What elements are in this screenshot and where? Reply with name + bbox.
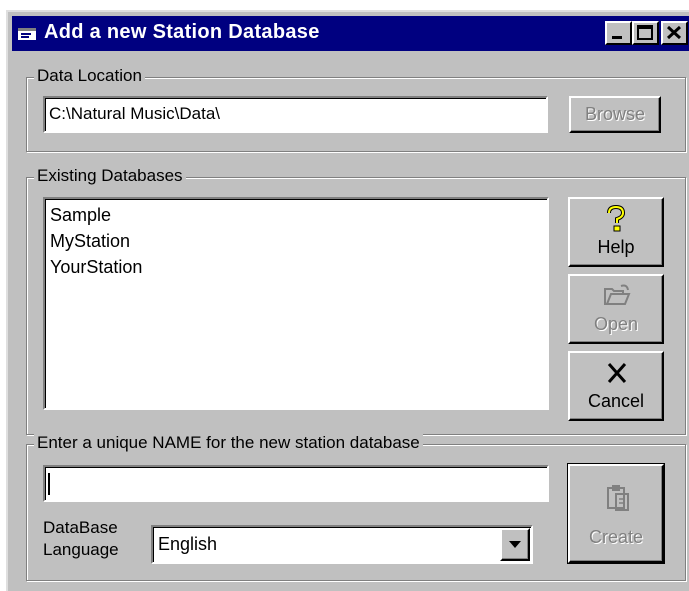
- language-value: English: [158, 534, 218, 554]
- maximize-icon: [637, 25, 653, 40]
- language-label-line2: Language: [43, 540, 119, 559]
- window-app-icon[interactable]: [17, 25, 39, 43]
- list-item[interactable]: YourStation: [50, 254, 142, 280]
- existing-databases-label: Existing Databases: [34, 166, 186, 186]
- x-cancel-icon: [607, 363, 627, 383]
- list-item[interactable]: Sample: [50, 202, 111, 228]
- open-folder-icon: [604, 284, 631, 305]
- language-label-line1: DataBase: [43, 518, 118, 537]
- cancel-button[interactable]: Cancel: [568, 351, 664, 421]
- question-key-icon: [607, 205, 626, 232]
- close-icon: [666, 25, 682, 40]
- new-database-group: Enter a unique NAME for the new station …: [26, 433, 686, 581]
- create-label: Create: [588, 527, 644, 547]
- text-caret: [48, 473, 50, 495]
- name-input[interactable]: [43, 465, 549, 502]
- create-button[interactable]: Create: [567, 463, 665, 564]
- cancel-label: Cancel: [587, 391, 645, 411]
- browse-button[interactable]: Browse: [569, 96, 661, 133]
- title-bar[interactable]: Add a new Station Database: [12, 16, 689, 51]
- language-dropdown-button[interactable]: [500, 528, 530, 561]
- minimize-icon: [612, 36, 622, 39]
- list-item[interactable]: MyStation: [50, 228, 130, 254]
- new-database-label: Enter a unique NAME for the new station …: [34, 433, 423, 453]
- chevron-down-icon: [509, 541, 521, 548]
- clipboard-create-icon: [607, 485, 629, 511]
- open-label: Open: [593, 314, 639, 334]
- databases-list[interactable]: Sample MyStation YourStation: [43, 197, 549, 410]
- data-location-group: Data Location C:\Natural Music\Data\ Bro…: [26, 66, 686, 152]
- data-location-input[interactable]: C:\Natural Music\Data\: [43, 96, 548, 133]
- window-title: Add a new Station Database: [44, 21, 320, 43]
- data-location-label: Data Location: [34, 66, 145, 86]
- help-button[interactable]: Help: [568, 197, 664, 267]
- minimize-button[interactable]: [605, 21, 632, 45]
- data-location-value: C:\Natural Music\Data\: [49, 104, 220, 123]
- close-button[interactable]: [661, 21, 688, 45]
- browse-label: Browse: [584, 104, 646, 124]
- open-button[interactable]: Open: [568, 274, 664, 344]
- dialog-window: Add a new Station Database Data Location…: [6, 10, 689, 591]
- existing-databases-group: Existing Databases Sample MyStation Your…: [26, 166, 686, 435]
- language-select[interactable]: English: [151, 525, 533, 564]
- help-label: Help: [597, 237, 635, 257]
- maximize-button[interactable]: [632, 21, 659, 45]
